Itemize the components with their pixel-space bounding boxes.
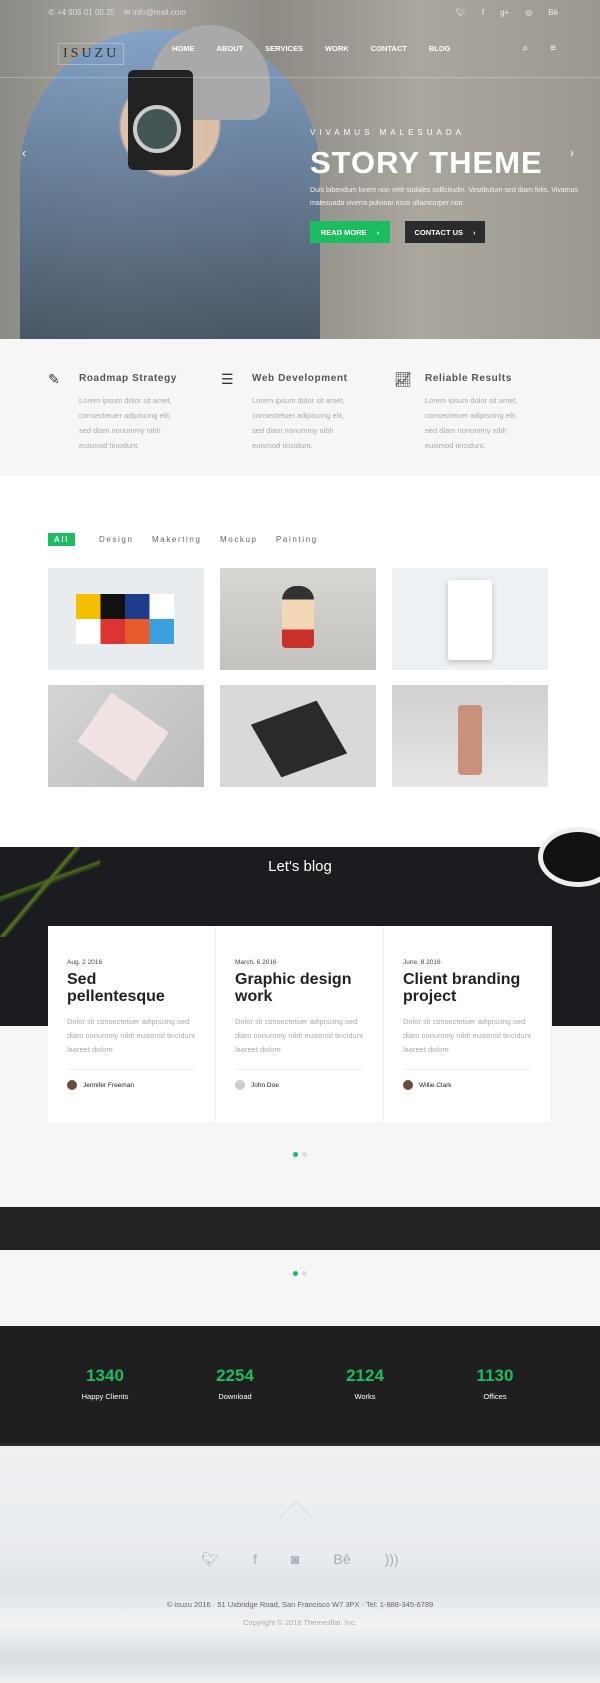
carousel-dot[interactable] <box>302 1152 307 1157</box>
filter-painting[interactable]: Painting <box>276 535 318 544</box>
avatar <box>235 1080 245 1090</box>
post-date: June. 8 2016 <box>403 959 441 966</box>
footer-social: 🐦︎ f ◙ Bē))) <box>0 1551 600 1568</box>
nav-services[interactable]: SERVICES <box>265 44 303 53</box>
post-excerpt: Dolor sit consectetuer adipiscing sed di… <box>67 1017 195 1054</box>
twitter-icon[interactable]: 🐦︎ <box>201 1551 219 1568</box>
stat-number: 2124 <box>346 1366 384 1385</box>
email[interactable]: info@mail.com <box>133 8 186 17</box>
blog-card[interactable]: June. 8 2016 Client branding project Dol… <box>384 926 552 1122</box>
hero-text: Duis bibendum lorem non velit sodales so… <box>310 187 578 207</box>
contact-us-button[interactable]: CONTACT US › <box>405 221 485 243</box>
testimonial-section <box>0 1250 600 1326</box>
portfolio-item[interactable] <box>220 568 376 670</box>
blog-card[interactable]: March. 6 2016 Graphic design work Dolor … <box>216 926 384 1122</box>
stat-number: 1340 <box>86 1366 124 1385</box>
chevron-right-icon: › <box>473 227 476 237</box>
post-date: March. 6 2016 <box>235 959 277 966</box>
post-author[interactable]: Willie Clark <box>419 1082 452 1089</box>
instagram-icon[interactable]: ◎ <box>525 8 532 17</box>
chevron-right-icon: › <box>376 227 380 237</box>
feature-title: Web Development <box>252 373 348 384</box>
nav-work[interactable]: WORK <box>325 44 349 53</box>
stat-label: Offices <box>483 1392 507 1401</box>
chart-icon: 📈︎ <box>394 371 412 387</box>
rss-icon[interactable]: ))) <box>385 1551 399 1568</box>
search-icon[interactable]: ⌕ <box>523 43 529 54</box>
hero-subtitle: VIVAMUS MALESUADA <box>310 128 465 137</box>
avatar <box>403 1080 413 1090</box>
sliders-icon: ☰ <box>221 371 234 387</box>
feature-text: Lorem ipsum dolor sit amet, consectetuer… <box>252 396 345 450</box>
post-author[interactable]: Jennifer Freeman <box>83 1082 134 1089</box>
post-date: Aug. 2 2016 <box>67 959 103 966</box>
footer-copyright: Copyright © 2016 Themesflat. Inc. <box>243 1618 357 1627</box>
carousel-dot-active[interactable] <box>293 1271 298 1276</box>
hero-title: STORY THEME <box>310 145 543 180</box>
read-more-button[interactable]: READ MORE › <box>310 221 390 243</box>
post-author[interactable]: John Doe <box>251 1082 279 1089</box>
filter-design[interactable]: Design <box>99 535 134 544</box>
slider-prev-arrow[interactable]: ‹ <box>22 146 26 160</box>
behance-icon[interactable]: Bē <box>548 8 558 17</box>
portfolio-item[interactable] <box>392 568 548 670</box>
stat-happy-clients: 1340 Happy Clients <box>40 1366 170 1401</box>
google-plus-icon[interactable]: g+ <box>500 8 509 17</box>
feature-title: Reliable Results <box>425 373 512 384</box>
blog-heading: Let's blog <box>268 858 332 875</box>
stat-works: 2124 Works <box>300 1366 430 1401</box>
coffee-cup-decoration <box>538 827 600 887</box>
feature-text: Lorem ipsum dolor sit amet, consectetuer… <box>79 396 172 450</box>
twitter-icon[interactable]: 🐦︎ <box>456 8 466 17</box>
nav-about[interactable]: ABOUT <box>217 44 244 53</box>
hero-image-camera <box>128 70 193 170</box>
portfolio-item[interactable] <box>48 685 204 787</box>
menu-icon[interactable]: ≡ <box>550 43 556 54</box>
nav-blog[interactable]: BLOG <box>429 44 451 53</box>
behance-icon[interactable]: Bē <box>334 1551 351 1568</box>
facebook-icon[interactable]: f <box>482 8 484 17</box>
stat-number: 1130 <box>476 1366 514 1385</box>
portfolio-item[interactable] <box>220 685 376 787</box>
stat-label: Happy Clients <box>81 1392 129 1401</box>
main-nav: ISUZU HOME ABOUT SERVICES WORK CONTACT B… <box>0 38 600 78</box>
portfolio-item[interactable] <box>48 568 204 670</box>
feature-title: Roadmap Strategy <box>79 373 177 384</box>
stat-label: Works <box>354 1392 376 1401</box>
phone: +4 905 01 00 25 <box>56 8 115 17</box>
stat-offices: 1130 Offices <box>430 1366 560 1401</box>
carousel-dot[interactable] <box>302 1271 307 1276</box>
portfolio-item[interactable] <box>392 685 548 787</box>
slider-next-arrow[interactable]: › <box>570 146 574 160</box>
pen-tool-icon: ✎ <box>48 371 60 387</box>
contact-us-label: CONTACT US <box>414 227 464 237</box>
post-title[interactable]: Client branding project <box>403 971 532 1011</box>
stat-label: Download <box>218 1392 252 1401</box>
nav-home[interactable]: HOME <box>172 44 195 53</box>
filter-mockup[interactable]: Mockup <box>220 535 258 544</box>
blog-card[interactable]: Aug. 2 2016 Sed pellentesque Dolor sit c… <box>48 926 216 1122</box>
dark-strip <box>0 1207 600 1250</box>
instagram-icon[interactable]: ◙ <box>291 1551 299 1568</box>
footer-address: © isuzu 2016 · 51 Uxbridge Road, San Fra… <box>166 1600 434 1609</box>
post-excerpt: Dolor sit consectetuer adipiscing sed di… <box>403 1017 531 1054</box>
filter-makerting[interactable]: Makerting <box>152 535 202 544</box>
carousel-dot-active[interactable] <box>293 1152 298 1157</box>
post-title[interactable]: Graphic design work <box>235 971 364 1011</box>
logo[interactable]: ISUZU <box>58 43 125 65</box>
feature-text: Lorem ipsum dolor sit amet, consectetuer… <box>425 396 518 450</box>
avatar <box>67 1080 77 1090</box>
nav-contact[interactable]: CONTACT <box>371 44 407 53</box>
stat-download: 2254 Download <box>170 1366 300 1401</box>
read-more-label: READ MORE <box>320 227 367 237</box>
post-title[interactable]: Sed pellentesque <box>67 971 196 1011</box>
facebook-icon[interactable]: f <box>253 1551 257 1568</box>
topbar-contact: ✆ +4 905 01 00 25 ✉ info@mail.com <box>48 8 186 17</box>
topbar-social: 🐦︎ f g+ ◎ Bē <box>456 8 558 17</box>
post-excerpt: Dolor sit consectetuer adipiscing sed di… <box>235 1017 363 1054</box>
filter-all[interactable]: All <box>48 533 76 546</box>
stat-number: 2254 <box>216 1366 254 1385</box>
